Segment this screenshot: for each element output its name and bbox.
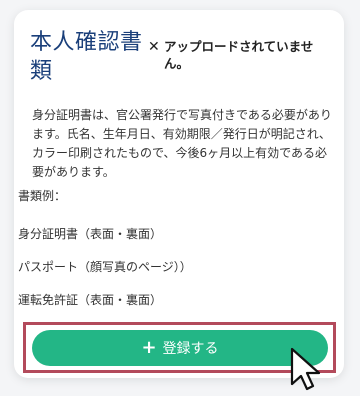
list-item: パスポート（顔写真のページ））	[18, 260, 192, 274]
card-header: 本人確認書類 ✕ アップロードされていません。	[30, 28, 334, 86]
document-examples-list: 身分証明書（表面・裏面） パスポート（顔写真のページ）） 運転免許証（表面・裏面…	[18, 226, 192, 325]
register-button-label: 登録する	[162, 341, 219, 357]
list-item: 身分証明書（表面・裏面）	[18, 227, 163, 241]
document-examples-label: 書類例：	[18, 189, 67, 203]
card-title: 本人確認書類	[30, 30, 143, 84]
mouse-pointer-icon	[290, 347, 321, 391]
upload-status: ✕ アップロードされていません。	[148, 38, 334, 72]
card-description: 身分証明書は、官公署発行で写真付きである必要があります。氏名、生年月日、有効期限…	[32, 108, 332, 179]
list-item: 運転免許証（表面・裏面）	[18, 293, 163, 307]
close-icon: ✕	[148, 39, 160, 55]
page: 本人確認書類 ✕ アップロードされていません。 身分証明書は、官公署発行で写真付…	[0, 0, 360, 396]
plus-icon: +	[141, 337, 157, 358]
register-button[interactable]: + 登録する	[32, 330, 328, 366]
status-text: アップロードされていません。	[164, 39, 314, 71]
